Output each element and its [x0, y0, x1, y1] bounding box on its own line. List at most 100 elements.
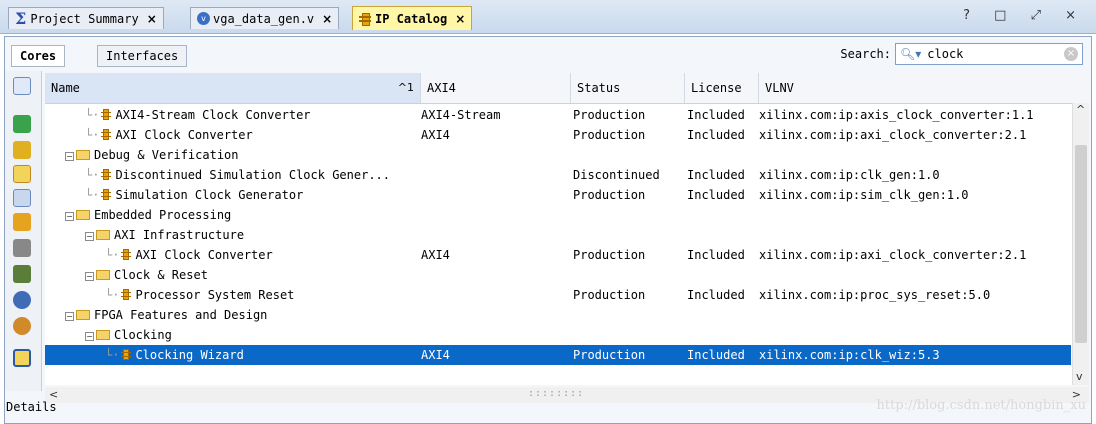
row-name: Clocking Wizard: [135, 348, 244, 362]
expand-toggle-icon[interactable]: −: [85, 272, 94, 281]
scroll-up-icon[interactable]: ^: [1076, 103, 1085, 116]
table-row[interactable]: └· AXI4-Stream Clock Converter AXI4-Stream…: [45, 105, 1071, 125]
settings-icon[interactable]: [13, 317, 31, 335]
customize-ip-icon[interactable]: [13, 213, 31, 231]
column-header-name[interactable]: Name ^1: [45, 73, 421, 103]
table-row[interactable]: └· Simulation Clock Generator Production In…: [45, 185, 1071, 205]
close-icon[interactable]: ×: [455, 12, 465, 26]
column-header-vlnv[interactable]: VLNV: [759, 73, 1089, 103]
add-repository-icon[interactable]: [13, 265, 31, 283]
table-row[interactable]: − AXI Infrastructure: [45, 225, 1071, 245]
column-header-license[interactable]: License: [685, 73, 759, 103]
row-license: [687, 305, 757, 325]
sort-icon[interactable]: [13, 115, 31, 133]
row-name-cell: └· Clocking Wizard: [45, 345, 479, 365]
vertical-scrollbar[interactable]: ^ v: [1072, 103, 1089, 385]
row-license: Included: [687, 188, 745, 202]
table-row[interactable]: − Clocking: [45, 325, 1071, 345]
search-field[interactable]: 🔍︎▾ ×: [895, 43, 1083, 65]
row-name-cell: − Embedded Processing: [45, 205, 439, 225]
scrollbar-thumb[interactable]: [1075, 145, 1087, 343]
ip-core-icon: [121, 249, 132, 261]
clear-search-icon[interactable]: ×: [1064, 47, 1078, 61]
tree-guide: └·: [105, 348, 120, 362]
expand-toggle-icon[interactable]: −: [65, 212, 74, 221]
subtab-cores[interactable]: Cores: [11, 45, 66, 67]
row-name: FPGA Features and Design: [94, 308, 268, 322]
close-icon[interactable]: ×: [147, 12, 157, 26]
row-name: AXI4-Stream Clock Converter: [115, 108, 311, 122]
row-name: Discontinued Simulation Clock Gener...: [115, 168, 390, 182]
row-vlnv: [759, 225, 1079, 245]
window-controls[interactable]: ? □ ⤢ ×: [963, 8, 1086, 23]
expand-toggle-icon[interactable]: −: [65, 312, 74, 321]
table-row[interactable]: − Clock & Reset: [45, 265, 1071, 285]
search-input[interactable]: [925, 46, 1050, 62]
row-status: Production: [573, 288, 646, 302]
row-axi4: [421, 185, 569, 205]
row-license: [687, 265, 757, 285]
row-name: Processor System Reset: [135, 288, 295, 302]
ip-core-icon: [121, 349, 132, 361]
tree-guide: └·: [105, 288, 120, 302]
expand-toggle-icon[interactable]: −: [65, 152, 74, 161]
tree-guide: └·: [85, 128, 100, 142]
row-vlnv: [759, 305, 1079, 325]
filter-icon[interactable]: [13, 165, 31, 183]
repository-icon[interactable]: [13, 239, 31, 257]
folder-icon: [96, 270, 110, 280]
splitter-grip[interactable]: ::::::::: [528, 388, 584, 399]
table-row[interactable]: └· AXI Clock Converter AXI4 Production Inclu…: [45, 125, 1071, 145]
row-vlnv: xilinx.com:ip:proc_sys_reset:5.0: [759, 288, 991, 302]
row-license: [687, 325, 757, 345]
tab-vga-data-gen[interactable]: v vga_data_gen.v ×: [190, 7, 340, 29]
row-axi4: [421, 225, 569, 245]
subtab-interfaces[interactable]: Interfaces: [97, 45, 188, 67]
collapse-all-icon[interactable]: [13, 77, 31, 95]
hierarchy-icon[interactable]: [13, 189, 31, 207]
details-label: Details: [6, 400, 57, 414]
scroll-down-icon[interactable]: v: [1076, 370, 1083, 383]
sigma-icon: Σ: [15, 9, 27, 28]
table-row[interactable]: − Embedded Processing: [45, 205, 1071, 225]
tab-ip-catalog[interactable]: IP Catalog ×: [352, 6, 473, 30]
row-license: [687, 225, 757, 245]
info-icon[interactable]: [13, 291, 31, 309]
column-header-axi4[interactable]: AXI4: [421, 73, 571, 103]
row-status: Production: [573, 248, 646, 262]
row-status: [573, 205, 685, 225]
ip-details-icon[interactable]: [13, 349, 31, 367]
row-vlnv: [759, 325, 1079, 345]
watermark: http://blog.csdn.net/hongbin_xu: [876, 398, 1086, 413]
row-license: Included: [687, 128, 745, 142]
row-license: Included: [687, 168, 745, 182]
ip-core-icon: [101, 169, 112, 181]
table-row[interactable]: − FPGA Features and Design: [45, 305, 1071, 325]
tab-project-summary[interactable]: Σ Project Summary ×: [8, 7, 164, 29]
row-status: Production: [573, 188, 646, 202]
table-row[interactable]: └· Discontinued Simulation Clock Gener...…: [45, 165, 1071, 185]
expand-toggle-icon[interactable]: −: [85, 232, 94, 241]
row-vlnv: [759, 205, 1079, 225]
table-row[interactable]: └· Processor System Reset Production Includ…: [45, 285, 1071, 305]
folder-icon: [76, 210, 90, 220]
table-row[interactable]: − Debug & Verification: [45, 145, 1071, 165]
row-vlnv: [759, 145, 1079, 165]
ip-core-icon: [359, 12, 371, 26]
folder-icon: [76, 310, 90, 320]
row-name-cell: − FPGA Features and Design: [45, 305, 439, 325]
table-row[interactable]: └· Clocking Wizard AXI4 Production Included x…: [45, 345, 1071, 365]
expand-toggle-icon[interactable]: −: [85, 332, 94, 341]
row-status: [573, 265, 685, 285]
row-name: AXI Infrastructure: [114, 228, 245, 242]
folder-icon: [96, 330, 110, 340]
search-icon[interactable]: 🔍︎▾: [900, 47, 921, 61]
row-axi4: [421, 165, 569, 185]
expand-icon[interactable]: [13, 141, 31, 159]
table-row[interactable]: └· AXI Clock Converter AXI4 Production Inclu…: [45, 245, 1071, 265]
sort-indicator: ^1: [397, 81, 414, 94]
row-name: Simulation Clock Generator: [115, 188, 304, 202]
close-icon[interactable]: ×: [322, 12, 332, 26]
row-name-cell: └· Discontinued Simulation Clock Gener...: [45, 165, 459, 185]
column-header-status[interactable]: Status: [571, 73, 685, 103]
